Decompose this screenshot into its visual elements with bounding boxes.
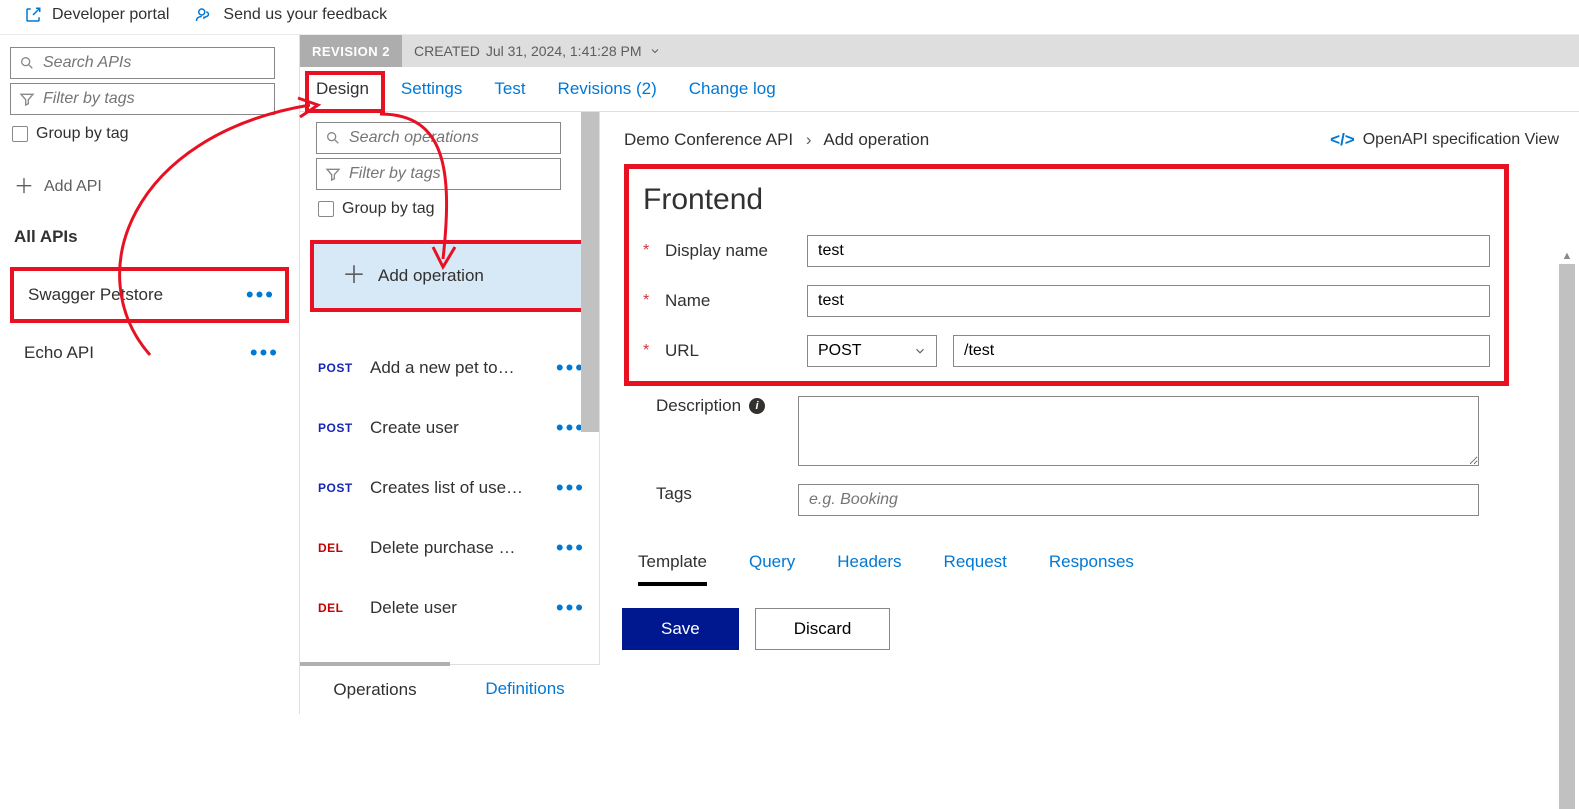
openapi-spec-link[interactable]: </> OpenAPI specification View <box>1330 130 1559 150</box>
scrollbar[interactable]: ▲ <box>1559 264 1575 809</box>
chevron-down-icon <box>648 45 662 57</box>
checkbox-icon <box>12 126 28 142</box>
api-item-swagger-petstore[interactable]: Swagger Petstore ••• <box>14 271 285 319</box>
search-apis-input[interactable] <box>10 47 275 79</box>
filter-tags-input[interactable] <box>10 83 275 115</box>
plus-icon: ＋ <box>342 264 366 288</box>
add-operation-button[interactable]: ＋ Add operation <box>310 240 585 312</box>
developer-portal-label: Developer portal <box>52 6 169 24</box>
breadcrumb: Demo Conference API › Add operation <box>624 130 929 150</box>
add-operation-label: Add operation <box>378 266 484 286</box>
operation-label: Add a new pet to… <box>370 358 542 378</box>
scrollbar[interactable] <box>581 112 599 432</box>
filter-icon <box>19 91 35 107</box>
search-icon <box>19 55 35 71</box>
group-operations-checkbox[interactable]: Group by tag <box>316 194 599 224</box>
url-label: URL <box>665 341 807 361</box>
operation-label: Create user <box>370 418 542 438</box>
all-apis-heading: All APIs <box>10 213 289 267</box>
bottom-tab-definitions[interactable]: Definitions <box>450 665 600 714</box>
operation-item[interactable]: DELDelete purchase …••• <box>300 518 599 578</box>
revision-badge: REVISION 2 <box>300 35 402 67</box>
api-item-label: Swagger Petstore <box>28 285 163 305</box>
operation-label: Creates list of use… <box>370 478 542 498</box>
tags-label: Tags <box>656 484 798 504</box>
operation-item[interactable]: DELDelete user••• <box>300 578 599 638</box>
code-icon: </> <box>1330 130 1355 150</box>
http-method-badge: POST <box>318 481 356 495</box>
created-prefix: CREATED <box>414 43 480 59</box>
add-api-button[interactable]: ＋ Add API <box>10 149 289 213</box>
operation-item[interactable]: POSTCreates list of use…••• <box>300 458 599 518</box>
required-marker: * <box>643 342 653 360</box>
tab-test[interactable]: Test <box>494 79 525 99</box>
subtab-headers[interactable]: Headers <box>837 552 901 586</box>
tags-input[interactable] <box>798 484 1479 516</box>
filter-operations-field[interactable] <box>349 165 552 183</box>
tab-design[interactable]: Design <box>316 79 369 99</box>
save-button[interactable]: Save <box>622 608 739 650</box>
tab-revisions[interactable]: Revisions (2) <box>558 79 657 99</box>
http-method-badge: DEL <box>318 541 356 555</box>
required-marker: * <box>643 242 653 260</box>
tab-settings[interactable]: Settings <box>401 79 462 99</box>
feedback-icon <box>195 6 213 24</box>
url-method-value[interactable] <box>807 335 937 367</box>
tab-changelog[interactable]: Change log <box>689 79 776 99</box>
subtab-responses[interactable]: Responses <box>1049 552 1134 586</box>
http-method-badge: DEL <box>318 601 356 615</box>
subtab-template[interactable]: Template <box>638 552 707 586</box>
breadcrumb-leaf: Add operation <box>823 130 929 149</box>
url-path-input[interactable] <box>953 335 1490 367</box>
url-method-select[interactable] <box>807 335 937 367</box>
display-name-input[interactable] <box>807 235 1490 267</box>
filter-icon <box>325 166 341 182</box>
group-operations-label: Group by tag <box>342 200 435 218</box>
display-name-label: Display name <box>665 241 807 261</box>
breadcrumb-separator: › <box>806 130 812 149</box>
group-by-tag-checkbox[interactable]: Group by tag <box>10 119 289 149</box>
required-marker: * <box>643 292 653 310</box>
operation-item[interactable]: POSTAdd a new pet to…••• <box>300 338 599 398</box>
scroll-up-icon[interactable]: ▲ <box>1559 250 1575 262</box>
name-label: Name <box>665 291 807 311</box>
external-link-icon <box>24 6 42 24</box>
http-method-badge: POST <box>318 361 356 375</box>
http-method-badge: POST <box>318 421 356 435</box>
search-operations-field[interactable] <box>349 129 552 147</box>
operation-label: Delete user <box>370 598 542 618</box>
operation-label: Delete purchase … <box>370 538 542 558</box>
info-icon[interactable]: i <box>749 398 765 414</box>
description-label: Description i <box>656 396 798 416</box>
description-textarea[interactable] <box>798 396 1479 466</box>
api-item-label: Echo API <box>24 343 94 363</box>
created-value: Jul 31, 2024, 1:41:28 PM <box>486 43 642 59</box>
filter-tags-field[interactable] <box>43 90 266 108</box>
openapi-spec-label: OpenAPI specification View <box>1363 131 1559 149</box>
discard-button[interactable]: Discard <box>755 608 891 650</box>
operation-item[interactable]: POSTCreate user••• <box>300 398 599 458</box>
feedback-link[interactable]: Send us your feedback <box>195 6 387 24</box>
search-apis-field[interactable] <box>43 54 266 72</box>
plus-icon: ＋ <box>14 177 34 197</box>
breadcrumb-root[interactable]: Demo Conference API <box>624 130 793 149</box>
developer-portal-link[interactable]: Developer portal <box>24 6 169 24</box>
subtab-query[interactable]: Query <box>749 552 795 586</box>
name-input[interactable] <box>807 285 1490 317</box>
add-api-label: Add API <box>44 178 102 196</box>
subtab-request[interactable]: Request <box>944 552 1007 586</box>
frontend-heading: Frontend <box>643 183 1490 217</box>
filter-operations-input[interactable] <box>316 158 561 190</box>
checkbox-icon <box>318 201 334 217</box>
bottom-tab-operations[interactable]: Operations <box>300 662 450 714</box>
revision-created-dropdown[interactable]: CREATED Jul 31, 2024, 1:41:28 PM <box>402 43 674 59</box>
feedback-label: Send us your feedback <box>223 6 387 24</box>
api-item-echo-api[interactable]: Echo API ••• <box>10 329 289 377</box>
group-by-tag-label: Group by tag <box>36 125 129 143</box>
search-operations-input[interactable] <box>316 122 561 154</box>
search-icon <box>325 130 341 146</box>
